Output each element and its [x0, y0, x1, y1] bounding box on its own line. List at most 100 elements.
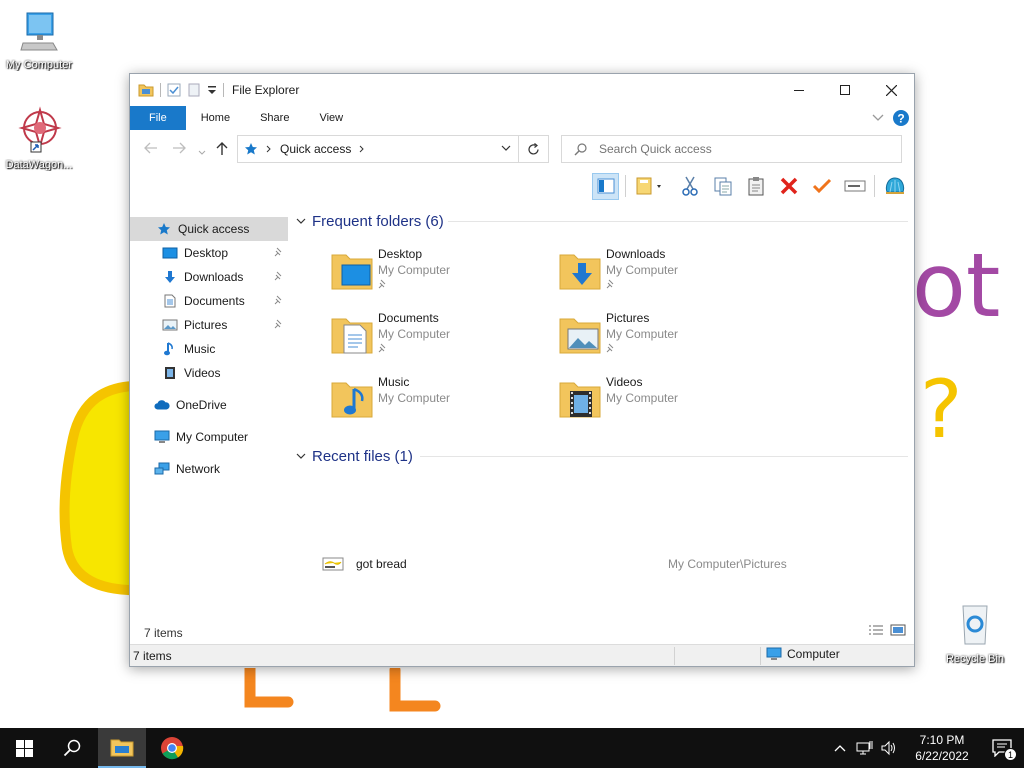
- videos-icon: [162, 365, 178, 381]
- folder-location: My Computer: [378, 391, 451, 405]
- help-icon[interactable]: ?: [892, 109, 910, 127]
- group-divider: [448, 221, 908, 222]
- chevron-right-icon: [266, 145, 271, 153]
- views-button[interactable]: [632, 173, 670, 200]
- address-history-dropdown-icon[interactable]: [500, 142, 512, 154]
- pin-icon[interactable]: [606, 279, 616, 289]
- notification-center-button[interactable]: 1: [980, 728, 1024, 768]
- back-button[interactable]: [144, 142, 158, 157]
- pin-icon[interactable]: [274, 295, 284, 305]
- cut-button[interactable]: [676, 173, 703, 200]
- folder-tile-music[interactable]: Music My Computer: [330, 373, 540, 429]
- sidebar-item-documents[interactable]: Documents: [130, 289, 288, 313]
- tab-file[interactable]: File: [130, 106, 186, 130]
- group-header-frequent-folders[interactable]: Frequent folders (6): [296, 213, 444, 230]
- pin-icon[interactable]: [274, 271, 284, 281]
- navigation-pane-icon: [597, 178, 614, 194]
- group-header-label: Recent files (1): [312, 448, 413, 465]
- sidebar-item-music[interactable]: Music: [130, 337, 288, 361]
- svg-text:?: ?: [897, 112, 904, 126]
- sidebar-item-quick-access[interactable]: Quick access: [130, 217, 288, 241]
- sidebar-item-onedrive[interactable]: OneDrive: [130, 393, 288, 417]
- desktop-icon-datawagon[interactable]: DataWagon...: [0, 106, 78, 171]
- address-bar[interactable]: Quick access: [237, 135, 549, 163]
- properties-icon[interactable]: [167, 83, 181, 97]
- list-item[interactable]: got bread My Computer\Pictures: [322, 551, 902, 577]
- title-bar[interactable]: File Explorer: [130, 74, 914, 106]
- desktop-icon-recycle-bin[interactable]: Recycle Bin: [936, 602, 1014, 665]
- folder-name: Music: [378, 375, 410, 389]
- pin-icon[interactable]: [606, 343, 616, 353]
- rename-field-icon: [844, 180, 865, 192]
- window-title: File Explorer: [232, 83, 300, 97]
- chevron-up-icon[interactable]: [834, 744, 846, 752]
- network-shell-button[interactable]: [881, 173, 908, 200]
- folder-tile-desktop[interactable]: Desktop My Computer: [330, 245, 540, 301]
- group-header-recent-files[interactable]: Recent files (1): [296, 448, 413, 465]
- pin-icon[interactable]: [274, 247, 284, 257]
- expand-ribbon-icon[interactable]: [872, 113, 884, 123]
- start-button[interactable]: [0, 728, 48, 768]
- image-file-icon: [322, 557, 344, 571]
- quick-access-star-icon: [245, 143, 257, 155]
- sidebar-item-videos[interactable]: Videos: [130, 361, 288, 385]
- clock-time: 7:10 PM: [919, 733, 965, 747]
- volume-icon[interactable]: [880, 740, 898, 756]
- sidebar-item-my-computer[interactable]: My Computer: [130, 425, 288, 449]
- taskbar-chrome[interactable]: [148, 728, 196, 768]
- up-button[interactable]: [216, 142, 228, 159]
- network-tray-icon[interactable]: [856, 740, 874, 756]
- content-pane: Frequent folders (6) Desktop My Computer…: [290, 207, 914, 617]
- recent-locations-button[interactable]: [198, 144, 206, 159]
- folder-tile-downloads[interactable]: Downloads My Computer: [558, 245, 768, 301]
- taskbar-file-explorer[interactable]: [98, 728, 146, 768]
- pin-icon[interactable]: [378, 343, 388, 353]
- sidebar-item-network[interactable]: Network: [130, 457, 288, 481]
- details-view-icon[interactable]: [868, 624, 884, 636]
- shell-globe-icon: [885, 177, 904, 194]
- search-input[interactable]: [599, 142, 899, 156]
- minimize-icon: [794, 90, 804, 91]
- rename-confirm-button[interactable]: [808, 173, 835, 200]
- navigation-pane-toggle-button[interactable]: [592, 172, 619, 200]
- tab-home[interactable]: Home: [186, 106, 245, 130]
- refresh-button[interactable]: [518, 136, 548, 162]
- qat-dropdown-icon[interactable]: [207, 85, 217, 95]
- maximize-button[interactable]: [822, 74, 868, 106]
- search-button[interactable]: [48, 728, 96, 768]
- folder-tile-documents[interactable]: Documents My Computer: [330, 309, 540, 365]
- paste-button[interactable]: [742, 173, 769, 200]
- copy-button[interactable]: [709, 173, 736, 200]
- pictures-folder-icon: [559, 318, 601, 354]
- desktop-icon-my-computer[interactable]: My Computer: [0, 10, 78, 71]
- pin-icon[interactable]: [274, 319, 284, 329]
- view-toggles: [868, 624, 906, 636]
- close-button[interactable]: [868, 74, 914, 106]
- folder-tile-pictures[interactable]: Pictures My Computer: [558, 309, 768, 365]
- folder-tile-videos[interactable]: Videos My Computer: [558, 373, 768, 429]
- tab-view[interactable]: View: [304, 106, 358, 130]
- breadcrumb-location[interactable]: Quick access: [280, 142, 351, 156]
- status-zone-label: Computer: [787, 647, 840, 661]
- rename-button[interactable]: [841, 173, 868, 200]
- search-box[interactable]: [561, 135, 902, 163]
- tab-share[interactable]: Share: [245, 106, 304, 130]
- sidebar-item-label: Videos: [184, 366, 221, 380]
- delete-button[interactable]: [775, 173, 802, 200]
- pictures-icon: [162, 317, 178, 333]
- large-icons-view-icon[interactable]: [890, 624, 906, 636]
- address-row: Quick access: [130, 134, 914, 166]
- status-divider: [760, 647, 761, 665]
- pin-icon[interactable]: [378, 279, 388, 289]
- sidebar-item-desktop[interactable]: Desktop: [130, 241, 288, 265]
- taskbar-clock[interactable]: 7:10 PM 6/22/2022: [904, 732, 980, 764]
- refresh-icon: [528, 142, 539, 155]
- desktop-icon-label: DataWagon...: [5, 159, 73, 171]
- close-icon: [885, 84, 897, 96]
- forward-button[interactable]: [172, 142, 186, 157]
- folder-location: My Computer: [378, 263, 451, 277]
- sidebar-item-downloads[interactable]: Downloads: [130, 265, 288, 289]
- sidebar-item-pictures[interactable]: Pictures: [130, 313, 288, 337]
- minimize-button[interactable]: [776, 74, 822, 106]
- new-folder-icon[interactable]: [187, 83, 201, 97]
